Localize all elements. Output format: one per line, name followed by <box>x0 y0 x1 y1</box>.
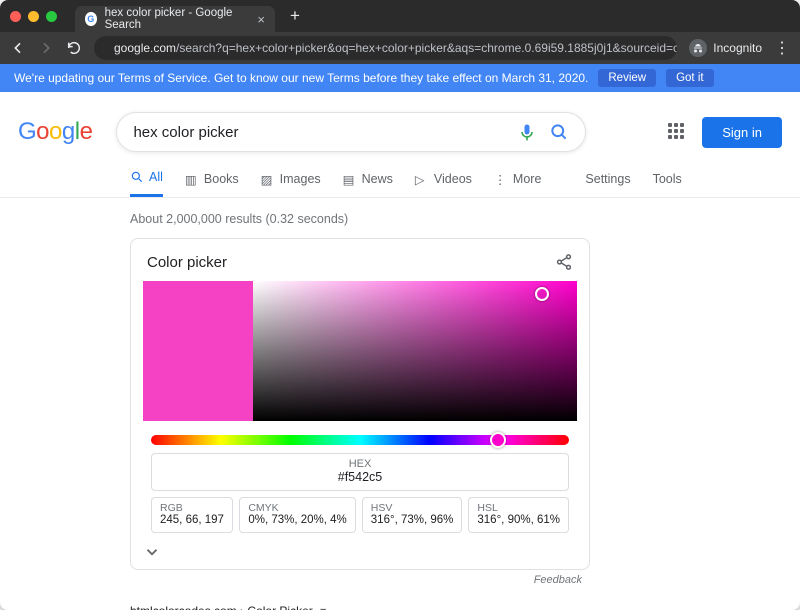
window-controls <box>10 11 57 22</box>
browser-window: G hex color picker - Google Search × + g… <box>0 0 800 610</box>
tab-news[interactable]: ▤News <box>343 160 393 197</box>
result-menu-icon[interactable]: ▾ <box>316 604 326 610</box>
google-header: Google Sign in <box>0 92 800 152</box>
rgb-label: RGB <box>160 502 224 514</box>
hsv-value: 316°, 73%, 96% <box>371 514 454 526</box>
hsl-value: 316°, 90%, 61% <box>477 514 560 526</box>
search-icon[interactable] <box>549 122 569 142</box>
voice-search-icon[interactable] <box>517 122 537 142</box>
incognito-label: Incognito <box>713 41 762 55</box>
color-swatch <box>143 281 253 421</box>
hex-box[interactable]: HEX #f542c5 <box>151 453 569 491</box>
banner-message: We're updating our Terms of Service. Get… <box>14 71 588 85</box>
tab-images-label: Images <box>280 172 321 186</box>
favicon-icon: G <box>85 12 97 26</box>
address-bar[interactable]: google.com/search?q=hex+color+picker&oq=… <box>94 36 677 60</box>
tos-banner: We're updating our Terms of Service. Get… <box>0 64 800 92</box>
hsl-box[interactable]: HSL 316°, 90%, 61% <box>468 497 569 533</box>
share-icon[interactable] <box>555 253 573 271</box>
sv-cursor[interactable] <box>535 287 549 301</box>
forward-button[interactable] <box>38 40 54 56</box>
cite-path: Color Picker <box>247 604 312 610</box>
settings-link[interactable]: Settings <box>585 160 630 197</box>
color-picker-area <box>143 281 577 421</box>
incognito-indicator[interactable]: Incognito <box>689 39 762 57</box>
color-picker-card: Color picker HEX #f542c5 RGB 245, 66, 19… <box>130 238 590 570</box>
maximize-window-button[interactable] <box>46 11 57 22</box>
chevron-down-icon <box>143 543 161 561</box>
url-path: /search?q=hex+color+picker&oq=hex+color+… <box>176 41 677 55</box>
url-domain: google.com <box>114 41 176 55</box>
format-row: RGB 245, 66, 197 CMYK 0%, 73%, 20%, 4% H… <box>151 497 569 533</box>
search-tabs: All ▥Books ▨Images ▤News ▷Videos ⋮More S… <box>0 160 800 198</box>
search-input[interactable] <box>133 124 505 141</box>
result-stats: About 2,000,000 results (0.32 seconds) <box>0 198 800 238</box>
browser-tab[interactable]: G hex color picker - Google Search × <box>75 6 275 32</box>
cmyk-label: CMYK <box>248 502 346 514</box>
tab-images[interactable]: ▨Images <box>261 160 321 197</box>
tools-link[interactable]: Tools <box>653 160 682 197</box>
card-title: Color picker <box>147 254 227 271</box>
feedback-link[interactable]: Feedback <box>130 570 590 586</box>
hue-slider[interactable] <box>151 435 569 445</box>
tab-news-label: News <box>362 172 393 186</box>
google-apps-icon[interactable] <box>668 123 686 141</box>
close-tab-icon[interactable]: × <box>257 12 265 27</box>
titlebar: G hex color picker - Google Search × + <box>0 0 800 32</box>
tab-books-label: Books <box>204 172 239 186</box>
tab-more[interactable]: ⋮More <box>494 160 541 197</box>
browser-menu-icon[interactable]: ⋮ <box>774 40 790 56</box>
back-button[interactable] <box>10 40 26 56</box>
tab-videos[interactable]: ▷Videos <box>415 160 472 197</box>
cmyk-box[interactable]: CMYK 0%, 73%, 20%, 4% <box>239 497 355 533</box>
incognito-icon <box>689 39 707 57</box>
minimize-window-button[interactable] <box>28 11 39 22</box>
search-result: htmlcolorcodes.com › Color Picker ▾ Colo… <box>130 586 630 610</box>
search-box[interactable] <box>116 112 586 152</box>
sign-in-button[interactable]: Sign in <box>702 117 782 148</box>
tab-more-label: More <box>513 172 541 186</box>
tab-all-label: All <box>149 170 163 184</box>
reload-button[interactable] <box>66 40 82 56</box>
saturation-value-plane[interactable] <box>253 281 577 421</box>
hex-value: #f542c5 <box>152 470 568 484</box>
rgb-value: 245, 66, 197 <box>160 514 224 526</box>
hsv-box[interactable]: HSV 316°, 73%, 96% <box>362 497 463 533</box>
review-button[interactable]: Review <box>598 69 656 87</box>
got-it-button[interactable]: Got it <box>666 69 713 87</box>
tab-title: hex color picker - Google Search <box>105 7 244 31</box>
expand-button[interactable] <box>143 539 577 565</box>
tab-books[interactable]: ▥Books <box>185 160 239 197</box>
close-window-button[interactable] <box>10 11 21 22</box>
url-bar: google.com/search?q=hex+color+picker&oq=… <box>0 32 800 64</box>
tab-all[interactable]: All <box>130 160 163 197</box>
hue-thumb[interactable] <box>490 432 506 448</box>
hsl-label: HSL <box>477 502 560 514</box>
rgb-box[interactable]: RGB 245, 66, 197 <box>151 497 233 533</box>
result-cite: htmlcolorcodes.com › Color Picker ▾ <box>130 604 630 610</box>
cite-domain: htmlcolorcodes.com <box>130 604 237 610</box>
hsv-label: HSV <box>371 502 454 514</box>
hex-label: HEX <box>152 458 568 470</box>
google-logo[interactable]: Google <box>18 118 92 146</box>
cmyk-value: 0%, 73%, 20%, 4% <box>248 514 346 526</box>
tab-videos-label: Videos <box>434 172 472 186</box>
new-tab-button[interactable]: + <box>285 6 305 26</box>
